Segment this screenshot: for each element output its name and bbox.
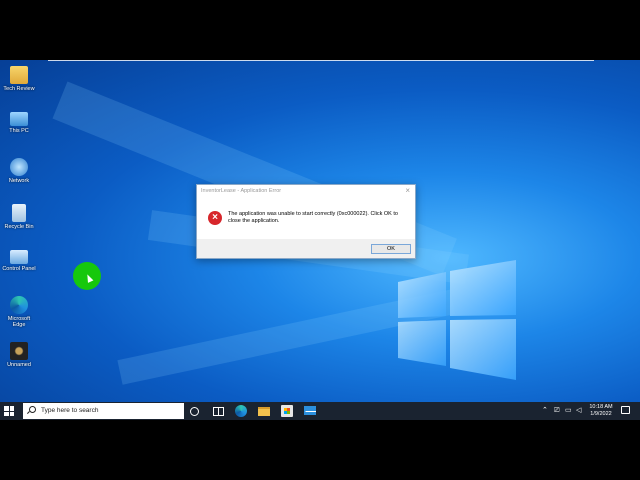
desktop-icon-control-panel[interactable]: Control Panel — [2, 250, 36, 272]
windows-logo-icon — [9, 411, 14, 416]
user-folder-icon — [10, 66, 28, 84]
desktop-icon-microsoft-edge[interactable]: Microsoft Edge — [2, 296, 36, 328]
desktop-icon-network[interactable]: Network — [2, 158, 36, 184]
edge-icon — [10, 296, 28, 314]
desktop-icon-label: Control Panel — [2, 266, 36, 272]
control-panel-icon — [10, 250, 28, 264]
error-message: The application was unable to start corr… — [228, 211, 398, 224]
windows-logo-icon — [4, 411, 9, 416]
task-view-icon[interactable] — [212, 405, 224, 417]
desktop-icon-label: Microsoft Edge — [7, 316, 31, 328]
chevron-up-icon[interactable]: ⌃ — [542, 406, 548, 416]
dialog-footer: OK — [197, 239, 415, 258]
network-icon — [10, 158, 28, 176]
windows-logo — [398, 260, 516, 380]
dialog-title: InventorLease - Application Error — [201, 188, 282, 194]
window-edge-line — [48, 60, 594, 61]
error-icon: × — [208, 211, 222, 225]
store-icon[interactable] — [281, 405, 293, 417]
search-input[interactable]: Type here to search — [41, 407, 98, 414]
search-icon — [29, 406, 36, 413]
dialog-body: × The application was unable to start co… — [197, 199, 415, 239]
ok-button[interactable]: OK — [371, 244, 411, 254]
application-error-dialog[interactable]: InventorLease - Application Error × × Th… — [196, 184, 416, 259]
desktop-icon-label: Network — [8, 178, 30, 184]
app-icon — [10, 342, 28, 360]
close-icon[interactable]: × — [405, 186, 410, 195]
windows-logo-icon — [4, 406, 9, 411]
desktop-icon-label: Tech Review — [3, 86, 35, 92]
windows-logo-icon — [9, 406, 14, 411]
desktop-icon-recycle-bin[interactable]: Recycle Bin — [2, 204, 36, 230]
desktop-icon-tech-review[interactable]: Tech Review — [2, 66, 36, 92]
clock-date: 1/9/2022 — [590, 411, 612, 417]
desktop-icon-unnamed[interactable]: Unnamed — [2, 342, 36, 368]
desktop-icon-label: This PC — [9, 128, 29, 134]
clock-time: 10:18 AM — [589, 404, 613, 410]
edge-taskbar-icon[interactable] — [235, 405, 247, 417]
network-icon[interactable]: ⎚ — [554, 406, 560, 416]
volume-icon[interactable]: ◁ — [576, 406, 581, 416]
recycle-bin-icon — [12, 204, 26, 222]
desktop-icon-this-pc[interactable]: This PC — [2, 112, 36, 134]
system-clock[interactable]: 10:18 AM 1/9/2022 — [585, 404, 617, 418]
file-explorer-icon[interactable] — [258, 407, 270, 416]
computer-icon — [10, 112, 28, 126]
notification-icon[interactable] — [621, 406, 630, 414]
desktop-icon-label: Recycle Bin — [4, 224, 34, 230]
desktop-icon-label: Unnamed — [7, 362, 31, 368]
taskbar: Type here to search ⌃ ⎚ ▭ ◁ 10:18 AM 1/9… — [0, 402, 640, 420]
search-box[interactable]: Type here to search — [23, 403, 184, 419]
cortana-icon[interactable] — [190, 406, 199, 416]
battery-icon[interactable]: ▭ — [565, 406, 572, 416]
mail-icon[interactable] — [304, 406, 316, 415]
start-button[interactable] — [4, 406, 14, 416]
